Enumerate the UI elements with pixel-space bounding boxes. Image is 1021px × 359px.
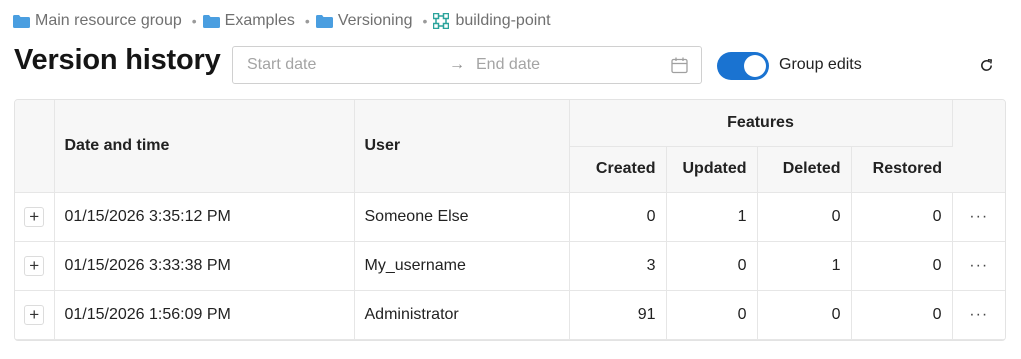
table-row[interactable]: + 01/15/2026 3:33:38 PM My_username 3 0 …	[15, 241, 1005, 291]
expand-row-button[interactable]: +	[24, 206, 45, 227]
actions-column-header	[952, 100, 1005, 193]
expand-row-button[interactable]: +	[24, 255, 45, 276]
expand-column-header	[15, 100, 55, 193]
folder-icon	[202, 14, 220, 28]
refresh-icon[interactable]	[979, 58, 994, 73]
restored-cell: 0	[851, 290, 953, 340]
breadcrumb-separator: •	[422, 13, 428, 29]
column-header-datetime[interactable]: Date and time	[54, 100, 355, 193]
column-header-user[interactable]: User	[354, 100, 570, 193]
column-group-features: Features	[569, 100, 953, 147]
table-row[interactable]: + 01/15/2026 3:35:12 PM Someone Else 0 1…	[15, 192, 1005, 242]
arrow-right-icon: →	[449, 56, 465, 73]
vector-layer-icon	[433, 13, 450, 29]
column-header-updated[interactable]: Updated	[666, 146, 758, 193]
breadcrumb-separator: •	[191, 13, 197, 29]
breadcrumb-label: building-point	[455, 12, 551, 29]
created-cell: 3	[569, 241, 667, 291]
datetime-cell: 01/15/2026 3:33:38 PM	[54, 241, 355, 291]
datetime-cell: 01/15/2026 3:35:12 PM	[54, 192, 355, 242]
user-cell: My_username	[354, 241, 570, 291]
start-date-input[interactable]: Start date	[247, 56, 316, 74]
folder-icon	[13, 14, 30, 28]
group-edits-toggle[interactable]	[717, 52, 769, 80]
updated-cell: 0	[666, 241, 758, 291]
breadcrumb-label: Examples	[224, 12, 295, 29]
column-header-created[interactable]: Created	[569, 146, 667, 193]
breadcrumb-item-versioning[interactable]: • Versioning	[295, 12, 413, 30]
calendar-icon[interactable]	[671, 57, 688, 74]
version-history-table: Date and time User Features Created Upda…	[14, 99, 1006, 341]
restored-cell: 0	[851, 192, 953, 242]
date-range-picker[interactable]: Start date → End date	[232, 46, 702, 84]
breadcrumb-label: Versioning	[337, 12, 413, 29]
expand-cell: +	[15, 290, 55, 340]
user-cell: Administrator	[354, 290, 570, 340]
created-cell: 0	[569, 192, 667, 242]
toggle-knob	[744, 55, 766, 77]
group-edits-label: Group edits	[779, 56, 862, 73]
more-actions-button[interactable]: ···	[952, 290, 1005, 340]
more-actions-button[interactable]: ···	[952, 192, 1005, 242]
folder-icon	[315, 14, 333, 28]
expand-cell: +	[15, 192, 55, 242]
table-row[interactable]: + 01/15/2026 1:56:09 PM Administrator 91…	[15, 290, 1005, 340]
restored-cell: 0	[851, 241, 953, 291]
breadcrumb: Main resource group • Examples • Version…	[13, 11, 551, 31]
updated-cell: 1	[666, 192, 758, 242]
breadcrumb-item-examples[interactable]: • Examples	[182, 12, 295, 30]
page-title: Version history	[14, 44, 221, 76]
updated-cell: 0	[666, 290, 758, 340]
more-actions-button[interactable]: ···	[952, 241, 1005, 291]
expand-row-button[interactable]: +	[24, 304, 45, 325]
column-header-restored[interactable]: Restored	[851, 146, 953, 193]
breadcrumb-item-main-resource-group[interactable]: Main resource group	[13, 12, 182, 30]
deleted-cell: 0	[757, 192, 852, 242]
deleted-cell: 1	[757, 241, 852, 291]
deleted-cell: 0	[757, 290, 852, 340]
created-cell: 91	[569, 290, 667, 340]
breadcrumb-item-building-point[interactable]: • building-point	[413, 12, 551, 30]
column-header-deleted[interactable]: Deleted	[757, 146, 852, 193]
datetime-cell: 01/15/2026 1:56:09 PM	[54, 290, 355, 340]
breadcrumb-label: Main resource group	[35, 12, 182, 29]
end-date-input[interactable]: End date	[476, 56, 540, 74]
expand-cell: +	[15, 241, 55, 291]
user-cell: Someone Else	[354, 192, 570, 242]
breadcrumb-separator: •	[304, 13, 310, 29]
